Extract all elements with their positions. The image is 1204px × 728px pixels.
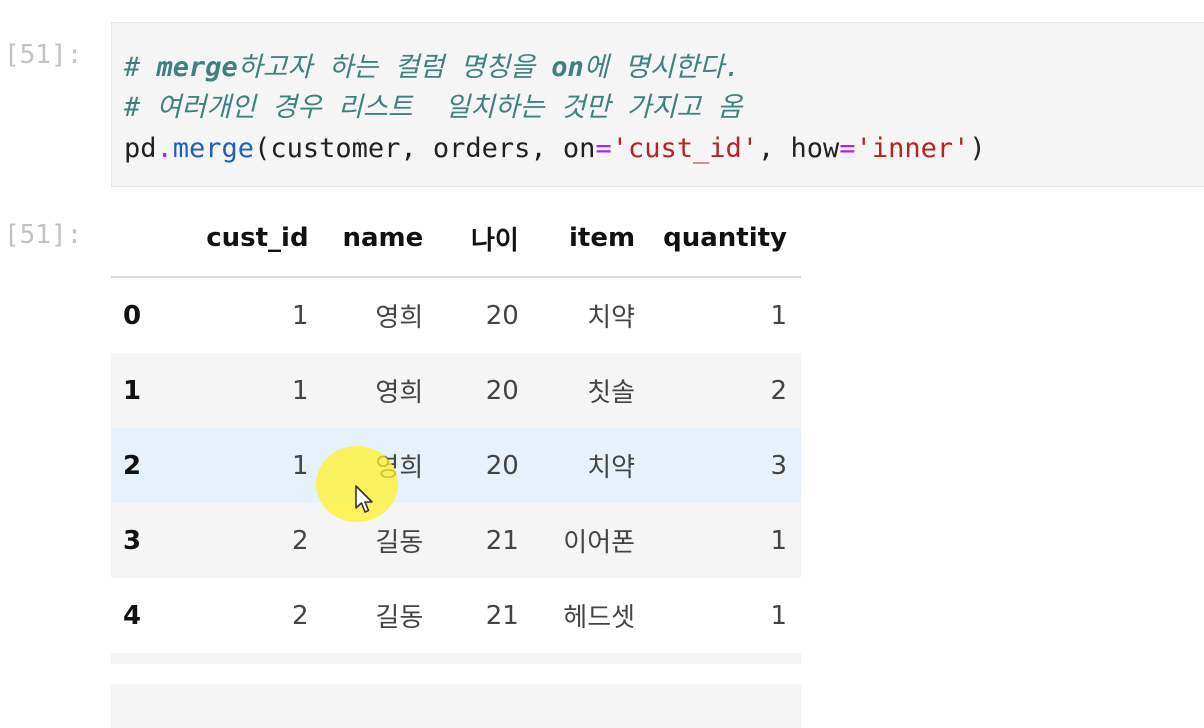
cell-item: 이어폰 (563, 528, 636, 558)
code-close: ) (969, 133, 986, 164)
code-eq-2: = (839, 133, 856, 164)
cell-age: 20 (485, 375, 519, 406)
table-header-row: cust_id name 나이 item quantity (111, 200, 801, 278)
cell-quantity: 1 (770, 525, 787, 556)
row-index: 4 (123, 600, 142, 631)
row-index: 3 (123, 525, 142, 556)
input-prompt: [51]: (4, 40, 83, 70)
cell-age: 20 (485, 300, 519, 331)
cell-age: 20 (485, 450, 519, 481)
cell-name: 영희 (375, 378, 424, 408)
cell-cust-id: 1 (292, 450, 309, 481)
header-item: item (532, 200, 650, 278)
cell-age: 21 (485, 600, 519, 631)
dataframe-output: cust_id name 나이 item quantity 0 1 영희 20 … (111, 200, 801, 728)
cell-item: 치약 (587, 303, 636, 333)
header-name: name (322, 200, 438, 278)
cell-quantity: 1 (770, 600, 787, 631)
cell-name: 길동 (375, 603, 424, 633)
mouse-cursor-icon (355, 485, 373, 513)
comment-keyword-on: on (551, 52, 584, 83)
viewport-bottom-edge (0, 664, 1204, 684)
row-index: 1 (123, 375, 142, 406)
code-line-2: # 여러개인 경우 리스트 일치하는 것만 가지고 옴 (124, 92, 743, 123)
code-line-1: # merge하고자 하는 컬럼 명칭을 on에 명시한다. (124, 45, 740, 84)
cell-item: 치약 (587, 453, 636, 483)
cell-item: 칫솔 (587, 378, 636, 408)
header-index (111, 200, 185, 278)
cell-quantity: 3 (770, 450, 787, 481)
cell-quantity: 2 (770, 375, 787, 406)
output-prompt: [51]: (4, 220, 83, 250)
cell-cust-id: 2 (292, 525, 309, 556)
cell-name: 영희 (375, 303, 424, 333)
header-cust-id: cust_id (184, 200, 323, 278)
code-eq-1: = (595, 133, 612, 164)
cell-cust-id: 1 (292, 300, 309, 331)
code-obj: pd (124, 133, 157, 164)
table-row: 1 1 영희 20 칫솔 2 (111, 353, 801, 428)
table-row: 4 2 길동 21 헤드셋 1 (111, 578, 801, 653)
row-index: 0 (123, 300, 142, 331)
comment-text-2: 에 명시한다. (583, 52, 741, 83)
code-dot: . (156, 133, 173, 164)
cell-quantity: 1 (770, 300, 787, 331)
cell-name: 길동 (375, 528, 424, 558)
table-row: 2 1 영희 20 치약 3 (111, 428, 801, 503)
code-args-1: (customer, orders, on (254, 133, 596, 164)
dataframe-table: cust_id name 나이 item quantity 0 1 영희 20 … (111, 200, 801, 728)
code-args-2: , how (758, 133, 840, 164)
code-str-1: 'cust_id' (611, 133, 759, 164)
cell-item: 헤드셋 (563, 603, 636, 633)
comment-text-1: 하고자 하는 컬럼 명칭을 (237, 52, 552, 83)
table-row: 0 1 영희 20 치약 1 (111, 277, 801, 353)
cell-age: 21 (485, 525, 519, 556)
code-cell[interactable]: # merge하고자 하는 컬럼 명칭을 on에 명시한다. # 여러개인 경우… (111, 22, 1204, 187)
cell-cust-id: 1 (292, 375, 309, 406)
cell-name: 영희 (375, 453, 424, 483)
header-age: 나이 (437, 200, 533, 278)
header-quantity: quantity (649, 200, 801, 278)
cell-cust-id: 2 (292, 600, 309, 631)
comment-hash: # (124, 52, 157, 83)
table-row: 3 2 길동 21 이어폰 1 (111, 503, 801, 578)
code-line-3: pd.merge(customer, orders, on='cust_id',… (124, 133, 986, 164)
code-str-2: 'inner' (855, 133, 970, 164)
row-index: 2 (123, 450, 142, 481)
comment-keyword-merge: merge (156, 52, 238, 83)
code-func: merge (172, 133, 255, 164)
